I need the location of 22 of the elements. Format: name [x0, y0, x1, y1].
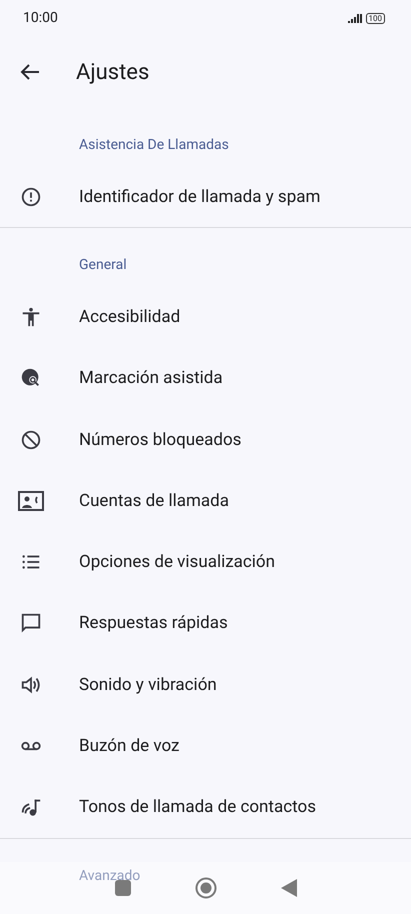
settings-item[interactable]: Opciones de visualización — [79, 552, 276, 572]
recents-icon[interactable] — [114, 880, 130, 896]
section-heading: General — [79, 257, 127, 274]
settings-item[interactable]: Números bloqueados — [79, 430, 242, 450]
settings-item[interactable]: Marcación asistida — [79, 368, 223, 388]
settings-item[interactable]: Identificador de llamada y spam — [79, 186, 320, 207]
back-icon[interactable] — [280, 879, 296, 897]
settings-item[interactable]: Sonido y vibración — [79, 674, 217, 695]
settings-item[interactable]: Accesibilidad — [79, 306, 180, 327]
section-heading: Asistencia De Llamadas — [79, 137, 229, 153]
section-heading: Avanzado — [79, 868, 140, 884]
contact-card-icon — [18, 490, 44, 512]
home-icon[interactable] — [194, 877, 216, 899]
settings-item[interactable]: Respuestas rápidas — [79, 613, 228, 634]
battery-level: 100 — [366, 12, 385, 24]
signal-icon — [348, 14, 362, 22]
back-arrow-icon[interactable] — [20, 63, 40, 81]
settings-item[interactable]: Cuentas de llamada — [79, 490, 229, 511]
settings-item[interactable]: Buzón de voz — [79, 736, 180, 756]
settings-item[interactable]: Tonos de llamada de contactos — [79, 797, 316, 818]
page-title: Ajustes — [76, 60, 150, 84]
status-time: 10:00 — [23, 10, 58, 26]
